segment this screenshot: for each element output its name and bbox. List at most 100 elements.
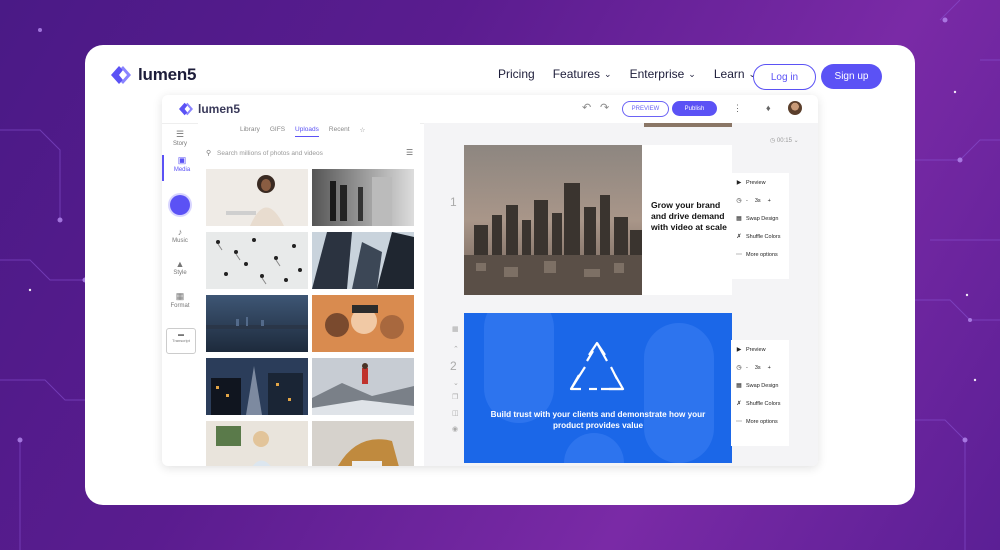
slide-2-shuffle-colors-option[interactable]: ✗ Shuffle Colors (736, 400, 780, 408)
more-menu-icon[interactable]: ⋮ (733, 103, 742, 114)
slide-2-swap-design-option[interactable]: ▦ Swap Design (736, 382, 778, 390)
login-button[interactable]: Log in (753, 64, 816, 90)
video-duration: ◷ 00:15 ⌄ (770, 137, 799, 144)
duration-value: 3s (754, 197, 761, 204)
redo-icon[interactable]: ↷ (600, 101, 609, 114)
skyscrapers-photo (312, 232, 414, 289)
slide-number: 1 (450, 195, 457, 209)
sidebar-item-music[interactable]: ♪ Music (162, 227, 198, 244)
avatar[interactable] (788, 101, 802, 115)
media-thumbnail[interactable] (206, 358, 308, 415)
slide-1-photo (464, 145, 642, 295)
media-thumbnail[interactable] (206, 169, 308, 226)
media-thumbnail[interactable] (206, 421, 308, 466)
app-brand-name: lumen5 (198, 102, 241, 116)
media-swap-icon[interactable]: ▦ (452, 325, 459, 333)
move-down-icon[interactable]: ⌄ (453, 379, 459, 387)
nav-pricing-label: Pricing (498, 67, 535, 81)
increase-duration-button[interactable]: + (768, 198, 771, 204)
sidebar-item-label: Style (173, 270, 187, 276)
sidebar-item-media[interactable]: ▣ Media (162, 155, 200, 181)
site-logo[interactable]: lumen5 (110, 65, 197, 85)
nav-pricing[interactable]: Pricing (498, 67, 535, 81)
previous-slide-edge (644, 123, 732, 127)
media-thumbnail[interactable] (312, 295, 414, 352)
site-nav-links: Pricing Features⌄ Enterprise⌄ Learn⌄ (498, 67, 774, 81)
sidebar-item-style[interactable]: ▲ Style (162, 259, 198, 276)
nav-features[interactable]: Features ⌄ (553, 67, 612, 81)
media-thumbnail[interactable] (312, 232, 414, 289)
timer-icon: ◷ (736, 198, 742, 204)
media-thumbnail[interactable] (206, 295, 308, 352)
tab-library[interactable]: Library (240, 126, 260, 137)
duplicate-icon[interactable]: ❐ (452, 393, 458, 401)
slide-2-more-options[interactable]: ⋯ More options (736, 418, 778, 426)
chevron-down-icon[interactable]: ⌄ (794, 138, 799, 144)
lumen5-logo-icon (179, 102, 193, 116)
app-logo: lumen5 (178, 102, 240, 116)
tab-uploads[interactable]: Uploads (295, 126, 319, 137)
slide-1-preview-option[interactable]: ▶ Preview (736, 179, 766, 187)
play-icon: ▶ (736, 180, 742, 186)
ellipsis-icon: ⋯ (736, 419, 742, 425)
undo-icon[interactable]: ↶ (582, 101, 591, 114)
nav-learn[interactable]: Learn⌄ (714, 67, 756, 81)
media-icon: ▣ (177, 155, 187, 165)
nav-enterprise-label: Enterprise (629, 67, 685, 81)
media-search[interactable]: ⚲ Search millions of photos and videos ☰ (206, 147, 414, 161)
signup-button[interactable]: Sign up (821, 64, 882, 89)
ellipsis-icon: ⋯ (736, 252, 742, 258)
nav-learn-label: Learn (713, 67, 745, 81)
media-thumbnail[interactable] (206, 232, 308, 289)
nav-enterprise[interactable]: Enterprise ⌄ (630, 67, 696, 81)
slide-1-options: ▶ Preview ◷ -3s + ▦ Swap Design ✗ Shuffle Col… (731, 173, 789, 279)
slide-2-caption: Build trust with your clients and demons… (490, 410, 706, 430)
transcript-button[interactable]: ▬ Transcript (166, 328, 196, 354)
media-thumbnail[interactable] (312, 358, 414, 415)
person-sweater-photo (312, 421, 414, 466)
slide-1-duration-stepper[interactable]: ◷ -3s + (736, 197, 771, 205)
decrease-duration-button[interactable]: - (746, 365, 748, 371)
decrease-duration-button[interactable]: - (746, 198, 748, 204)
filter-icon[interactable]: ☰ (406, 148, 413, 157)
music-note-icon: ♪ (177, 227, 183, 237)
slide-2[interactable]: Build trust with your clients and demons… (464, 313, 732, 463)
option-label: More options (746, 418, 778, 425)
slide-2-preview-option[interactable]: ▶ Preview (736, 346, 766, 354)
tab-gifs[interactable]: GIFS (270, 126, 285, 137)
preview-button[interactable]: PREVIEW (622, 101, 669, 117)
sidebar-item-format[interactable]: ▦ Format (162, 291, 198, 309)
clock-icon: ◷ (770, 138, 776, 144)
style-brush-icon: ▲ (175, 259, 185, 269)
media-panel: Library GIFS Uploads Recent ☆ ⚲ Search m… (198, 123, 420, 466)
media-thumbnail[interactable] (312, 421, 414, 466)
swap-design-icon: ▦ (736, 216, 742, 222)
search-input[interactable]: Search millions of photos and videos (217, 150, 323, 157)
tab-recent[interactable]: Recent (329, 126, 350, 137)
favorites-star-icon[interactable]: ☆ (360, 126, 366, 137)
slide-1-shuffle-colors-option[interactable]: ✗ Shuffle Colors (736, 233, 781, 241)
city-skyline-photo (464, 145, 642, 295)
nav-features-label: Features (552, 67, 601, 81)
move-up-icon[interactable]: ⌃ (453, 345, 459, 353)
increase-duration-button[interactable]: + (768, 365, 771, 371)
slide-1[interactable]: Grow your brand and drive demand with vi… (464, 145, 732, 295)
slide-number: 2 (450, 359, 457, 373)
notification-bell-icon[interactable]: ♦ (766, 103, 771, 113)
option-label: Preview (746, 346, 766, 353)
option-label: Shuffle Colors (746, 233, 781, 240)
format-icon: ▦ (175, 291, 185, 301)
visibility-icon[interactable]: ◉ (452, 425, 458, 433)
duration-value: 3s (754, 364, 761, 371)
slide-1-more-options[interactable]: ⋯ More options (736, 251, 778, 259)
slide-1-swap-design-option[interactable]: ▦ Swap Design (736, 215, 778, 223)
chevron-down-icon: ⌄ (604, 68, 612, 79)
media-thumbnail[interactable] (312, 169, 414, 226)
publish-button[interactable]: Publish (672, 101, 717, 116)
play-icon: ▶ (736, 347, 742, 353)
shuffle-icon: ✗ (736, 401, 742, 407)
sidebar-item-story[interactable]: ☰ Story (162, 129, 198, 147)
editor-app-window: lumen5 ↶ ↷ PREVIEW Publish ⋮ ♦ ☰ Story ▣ M… (162, 95, 818, 466)
slide-2-duration-stepper[interactable]: ◷ -3s + (736, 364, 771, 372)
delete-icon[interactable]: ◫ (452, 409, 459, 417)
